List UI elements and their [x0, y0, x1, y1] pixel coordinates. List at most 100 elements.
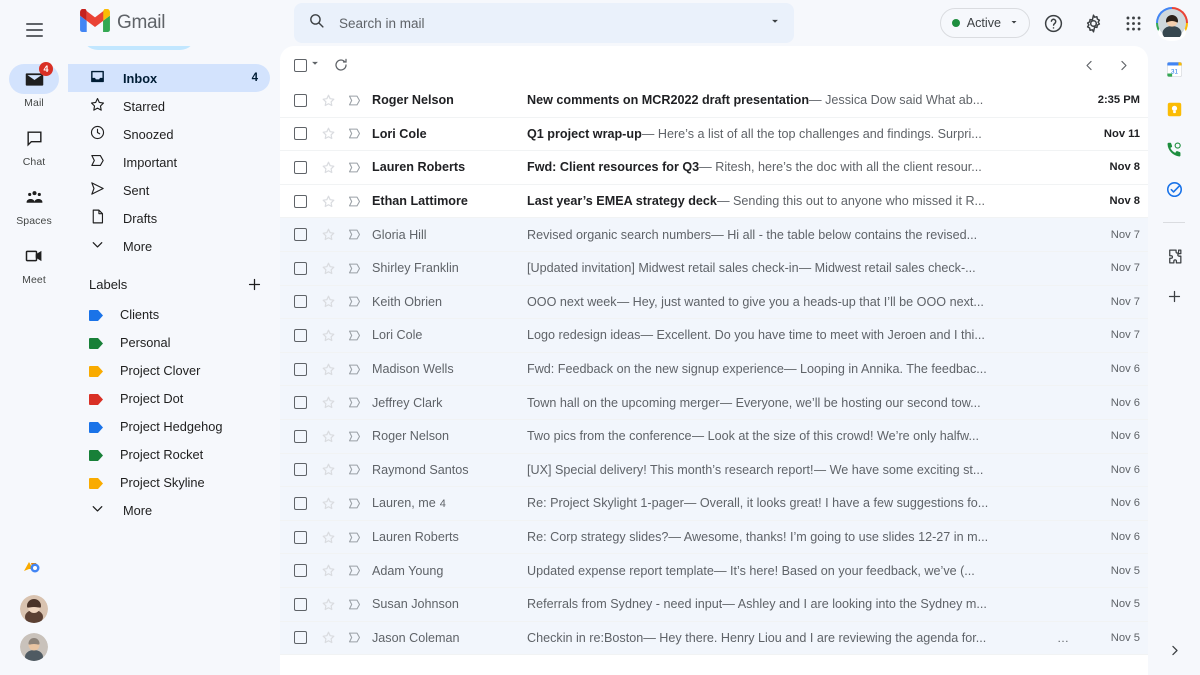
sidebar-item-snoozed[interactable]: Snoozed [68, 120, 270, 148]
plus-icon[interactable] [244, 274, 264, 294]
sidebar-item-more[interactable]: More [68, 232, 270, 260]
row-checkbox[interactable] [294, 295, 307, 308]
table-row[interactable]: Lori ColeLogo redesign ideas — Excellent… [280, 319, 1148, 353]
rail-item-chat[interactable]: Chat [6, 123, 62, 168]
brand-logo[interactable]: Gmail [68, 9, 280, 37]
star-icon[interactable] [320, 126, 337, 141]
contact-avatar-2[interactable] [20, 633, 48, 661]
row-checkbox[interactable] [294, 329, 307, 342]
important-marker-icon[interactable] [346, 597, 363, 612]
sidebar-item-inbox[interactable]: Inbox 4 [68, 64, 270, 92]
important-marker-icon[interactable] [346, 227, 363, 242]
star-icon[interactable] [320, 194, 337, 209]
row-checkbox[interactable] [294, 262, 307, 275]
row-checkbox[interactable] [294, 531, 307, 544]
label-item-project-clover[interactable]: Project Clover [68, 356, 270, 384]
table-row[interactable]: Jeffrey ClarkTown hall on the upcoming m… [280, 386, 1148, 420]
row-checkbox[interactable] [294, 463, 307, 476]
table-row[interactable]: Lauren, me4Re: Project Skylight 1-pager … [280, 487, 1148, 521]
table-row[interactable]: Adam YoungUpdated expense report templat… [280, 554, 1148, 588]
star-icon[interactable] [320, 328, 337, 343]
row-checkbox[interactable] [294, 598, 307, 611]
star-icon[interactable] [320, 630, 337, 645]
label-item-personal[interactable]: Personal [68, 328, 270, 356]
contact-avatar-1[interactable] [20, 595, 48, 623]
rail-item-mail[interactable]: 4 Mail [6, 64, 62, 109]
refresh-icon[interactable] [326, 50, 356, 80]
important-marker-icon[interactable] [346, 530, 363, 545]
sidebar-item-starred[interactable]: Starred [68, 92, 270, 120]
plus-icon[interactable] [1163, 285, 1185, 307]
row-checkbox[interactable] [294, 396, 307, 409]
star-icon[interactable] [320, 395, 337, 410]
label-item-project-hedgehog[interactable]: Project Hedgehog [68, 412, 270, 440]
important-marker-icon[interactable] [346, 496, 363, 511]
important-marker-icon[interactable] [346, 160, 363, 175]
table-row[interactable]: Susan JohnsonReferrals from Sydney - nee… [280, 588, 1148, 622]
table-row[interactable]: Ethan LattimoreLast year’s EMEA strategy… [280, 185, 1148, 219]
star-icon[interactable] [320, 462, 337, 477]
important-marker-icon[interactable] [346, 395, 363, 410]
help-question-icon[interactable] [1036, 6, 1070, 40]
star-icon[interactable] [320, 160, 337, 175]
chevron-down-icon[interactable] [308, 56, 322, 75]
star-icon[interactable] [320, 496, 337, 511]
select-all-checkbox-icon[interactable] [294, 56, 322, 75]
important-marker-icon[interactable] [346, 362, 363, 377]
hamburger-menu-icon[interactable] [14, 10, 54, 50]
sidebar-item-drafts[interactable]: Drafts [68, 204, 270, 232]
expand-panel-chevron-icon[interactable] [1163, 639, 1185, 661]
table-row[interactable]: Gloria HillRevised organic search number… [280, 218, 1148, 252]
table-row[interactable]: Shirley Franklin[Updated invitation] Mid… [280, 252, 1148, 286]
important-marker-icon[interactable] [346, 93, 363, 108]
show-search-options-chevron-icon[interactable] [768, 14, 782, 33]
star-icon[interactable] [320, 530, 337, 545]
row-checkbox[interactable] [294, 161, 307, 174]
label-item-project-skyline[interactable]: Project Skyline [68, 468, 270, 496]
google-keep-icon[interactable] [1163, 98, 1185, 120]
previous-page-chevron-icon[interactable] [1074, 50, 1104, 80]
sidebar-item-sent[interactable]: Sent [68, 176, 270, 204]
row-checkbox[interactable] [294, 94, 307, 107]
star-icon[interactable] [320, 93, 337, 108]
row-checkbox[interactable] [294, 497, 307, 510]
row-checkbox[interactable] [294, 363, 307, 376]
table-row[interactable]: Madison WellsFwd: Feedback on the new si… [280, 353, 1148, 387]
important-marker-icon[interactable] [346, 294, 363, 309]
row-checkbox[interactable] [294, 564, 307, 577]
google-apps-grid-icon[interactable] [1116, 6, 1150, 40]
status-badge[interactable]: Active [940, 8, 1030, 38]
important-marker-icon[interactable] [346, 328, 363, 343]
next-page-chevron-icon[interactable] [1108, 50, 1138, 80]
sidebar-item-important[interactable]: Important [68, 148, 270, 176]
important-marker-icon[interactable] [346, 462, 363, 477]
labels-more-item[interactable]: More [68, 496, 270, 524]
table-row[interactable]: Roger NelsonNew comments on MCR2022 draf… [280, 84, 1148, 118]
important-marker-icon[interactable] [346, 563, 363, 578]
star-icon[interactable] [320, 227, 337, 242]
star-icon[interactable] [320, 563, 337, 578]
important-marker-icon[interactable] [346, 261, 363, 276]
account-avatar[interactable] [1156, 7, 1188, 39]
rail-item-meet[interactable]: Meet [6, 241, 62, 286]
google-contacts-phone-icon[interactable] [1163, 138, 1185, 160]
row-checkbox[interactable] [294, 228, 307, 241]
label-item-project-dot[interactable]: Project Dot [68, 384, 270, 412]
important-marker-icon[interactable] [346, 630, 363, 645]
table-row[interactable]: Keith ObrienOOO next week — Hey, just wa… [280, 286, 1148, 320]
table-row[interactable]: Lauren RobertsRe: Corp strategy slides? … [280, 521, 1148, 555]
google-tasks-icon[interactable] [1163, 178, 1185, 200]
label-item-clients[interactable]: Clients [68, 300, 270, 328]
star-icon[interactable] [320, 597, 337, 612]
puzzle-addon-icon[interactable] [1163, 245, 1185, 267]
rail-item-spaces[interactable]: Spaces [6, 182, 62, 227]
google-calendar-icon[interactable]: 31 [1163, 58, 1185, 80]
table-row[interactable]: Roger NelsonTwo pics from the conference… [280, 420, 1148, 454]
row-checkbox[interactable] [294, 195, 307, 208]
star-icon[interactable] [320, 294, 337, 309]
table-row[interactable]: Lauren RobertsFwd: Client resources for … [280, 151, 1148, 185]
search-input[interactable] [339, 16, 754, 31]
row-checkbox[interactable] [294, 430, 307, 443]
star-icon[interactable] [320, 261, 337, 276]
important-marker-icon[interactable] [346, 126, 363, 141]
